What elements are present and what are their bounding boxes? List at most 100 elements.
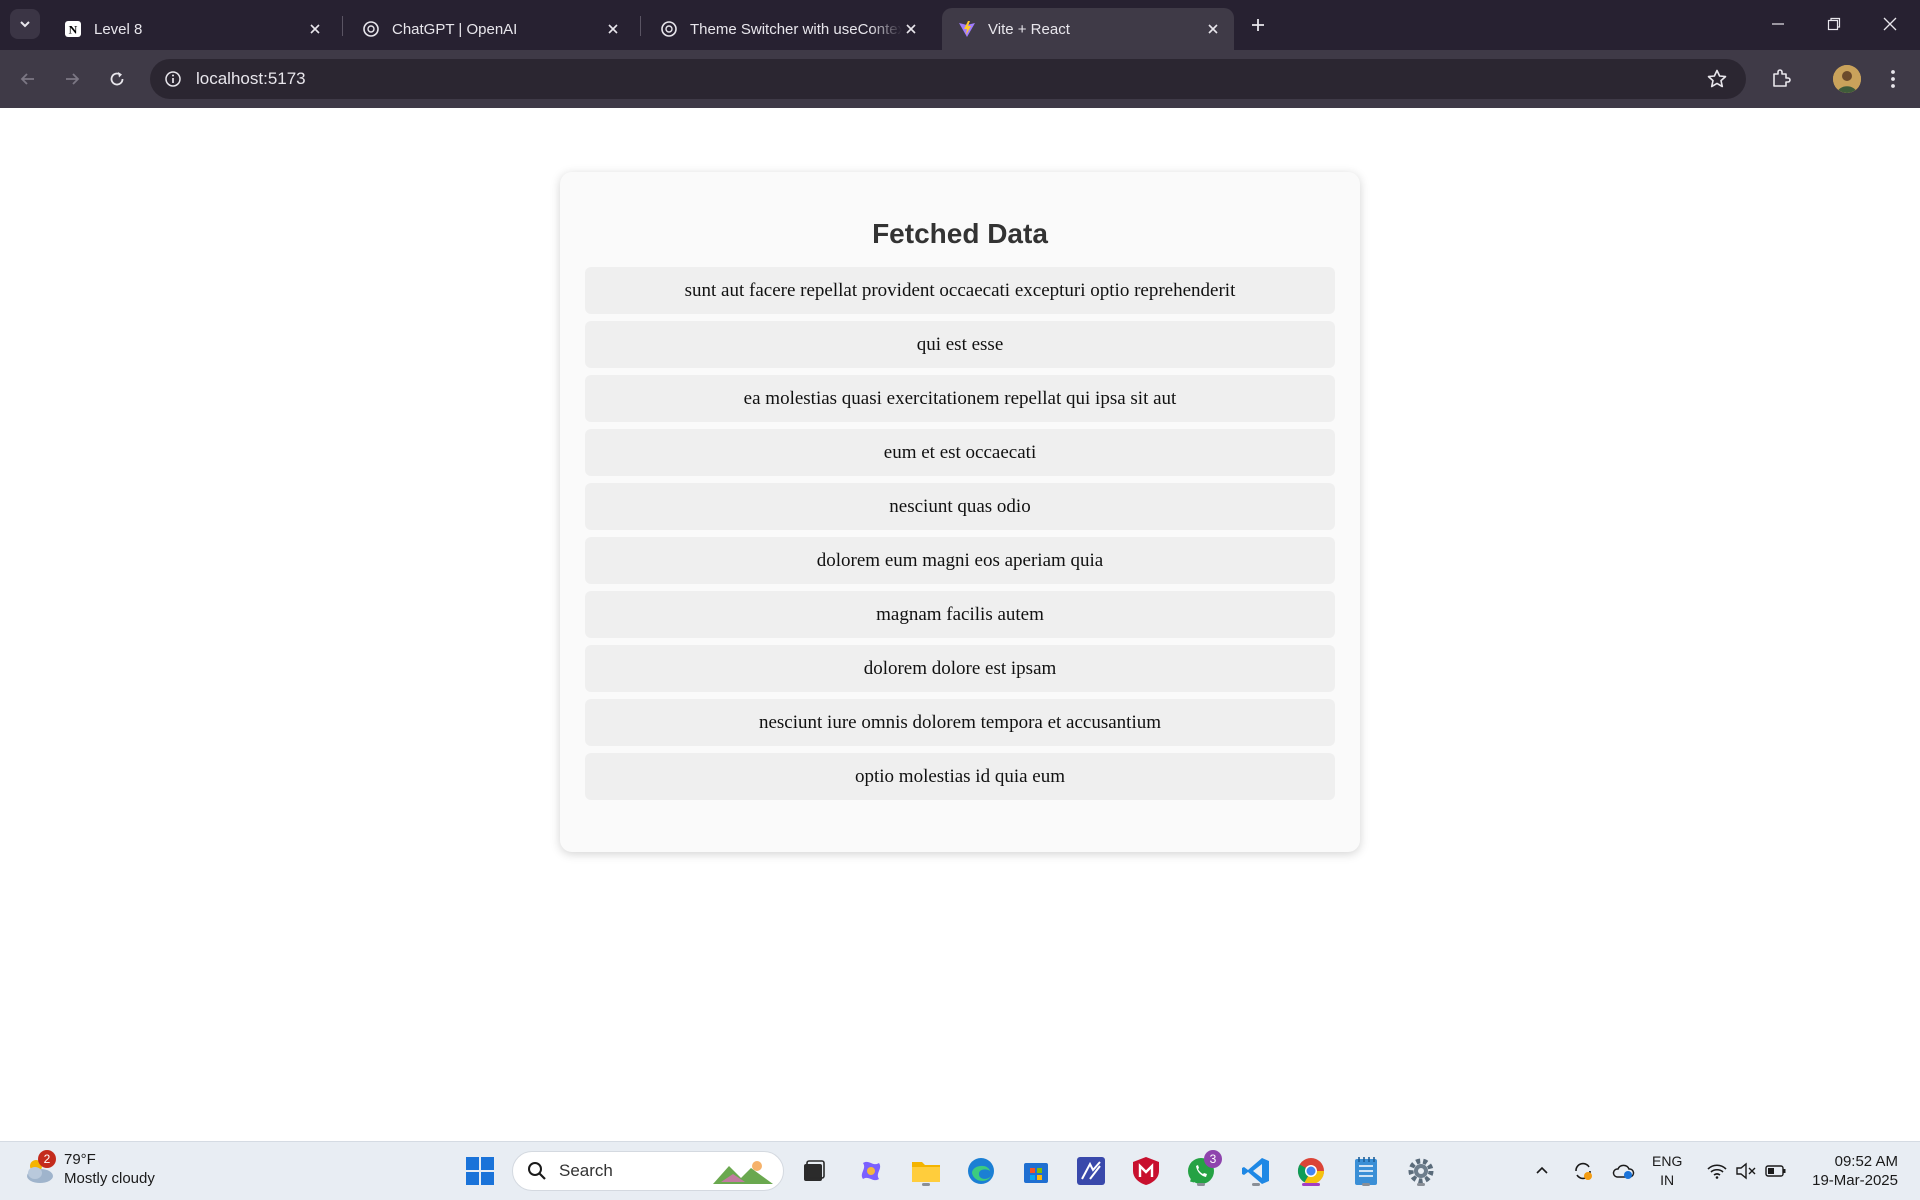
list-item: dolorem dolore est ipsam <box>585 645 1335 692</box>
tab-theme-switcher[interactable]: Theme Switcher with useContext <box>644 8 932 50</box>
app-button[interactable] <box>1074 1154 1108 1188</box>
forward-button[interactable] <box>56 63 88 95</box>
chrome-icon <box>1297 1158 1325 1185</box>
show-hidden-icons-button[interactable] <box>1530 1156 1554 1186</box>
copilot-icon <box>861 1161 881 1181</box>
url-text: localhost:5173 <box>196 69 306 88</box>
new-tab-button[interactable] <box>1244 11 1272 39</box>
search-label: Search <box>559 1161 613 1180</box>
more-vertical-icon <box>1891 70 1895 88</box>
puzzle-icon <box>1773 69 1791 87</box>
gear-icon <box>1408 1158 1434 1184</box>
region-code: IN <box>1660 1172 1675 1188</box>
network-tray-button[interactable] <box>1704 1156 1730 1186</box>
battery-tray-button[interactable] <box>1763 1156 1789 1186</box>
tab-separator <box>640 16 641 36</box>
fetched-data-card: Fetched Data sunt aut facere repellat pr… <box>560 172 1360 852</box>
vite-icon <box>958 20 976 38</box>
list-item: ea molestias quasi exercitationem repell… <box>585 375 1335 422</box>
cloud-sun-icon: 2 <box>22 1150 58 1186</box>
reload-icon <box>110 72 124 86</box>
reload-button[interactable] <box>101 63 133 95</box>
settings-button[interactable] <box>1404 1154 1438 1188</box>
arrow-right-icon <box>66 73 80 85</box>
battery-icon <box>1765 1165 1786 1177</box>
copilot-button[interactable] <box>854 1154 888 1188</box>
restore-button[interactable] <box>1806 0 1862 48</box>
chevron-up-icon <box>1536 1166 1548 1174</box>
clock-time: 09:52 AM <box>1834 1153 1898 1170</box>
close-icon[interactable] <box>306 20 324 38</box>
onedrive-tray-button[interactable] <box>1610 1156 1636 1186</box>
close-icon[interactable] <box>902 20 920 38</box>
close-window-button[interactable] <box>1862 0 1918 48</box>
search-icon <box>528 1162 546 1180</box>
vscode-button[interactable] <box>1239 1154 1273 1188</box>
running-indicator <box>1197 1183 1205 1186</box>
windows-taskbar: 2 79°F Mostly cloudy Search 3 ENG IN 09:… <box>0 1141 1920 1200</box>
minimize-button[interactable] <box>1750 0 1806 48</box>
arrow-left-icon <box>20 73 34 85</box>
notepad-icon <box>1355 1157 1377 1185</box>
mcafee-button[interactable] <box>1129 1154 1163 1188</box>
shield-icon <box>1133 1157 1159 1185</box>
volume-tray-button[interactable] <box>1733 1156 1759 1186</box>
sync-icon <box>1575 1162 1592 1180</box>
store-icon <box>1024 1163 1048 1183</box>
weather-condition: Mostly cloudy <box>64 1170 155 1187</box>
openai-icon <box>660 20 678 38</box>
tab-title: Vite + React <box>988 20 1070 38</box>
unread-badge: 3 <box>1204 1150 1222 1168</box>
edge-button[interactable] <box>964 1154 998 1188</box>
cloud-icon <box>1612 1164 1635 1179</box>
profile-avatar[interactable] <box>1833 65 1861 93</box>
svg-text:N: N <box>69 23 78 37</box>
store-button[interactable] <box>1019 1154 1053 1188</box>
list-item: eum et est occaecati <box>585 429 1335 476</box>
back-button[interactable] <box>12 63 44 95</box>
wifi-icon <box>1707 1164 1727 1179</box>
start-button[interactable] <box>463 1154 497 1188</box>
list-item: dolorem eum magni eos aperiam quia <box>585 537 1335 584</box>
chevron-down-icon <box>20 21 30 28</box>
weather-widget[interactable]: 2 79°F Mostly cloudy <box>22 1150 155 1188</box>
vscode-icon <box>1242 1158 1269 1184</box>
language-code: ENG <box>1652 1153 1683 1169</box>
tab-search-button[interactable] <box>10 9 40 39</box>
browser-menu-button[interactable] <box>1880 63 1906 95</box>
running-indicator <box>1417 1183 1425 1186</box>
sync-tray-button[interactable] <box>1570 1156 1596 1186</box>
tab-chatgpt[interactable]: ChatGPT | OpenAI <box>346 8 634 50</box>
tab-level-8[interactable]: N Level 8 <box>48 8 336 50</box>
browser-toolbar: localhost:5173 <box>0 50 1920 108</box>
data-list: sunt aut facere repellat provident occae… <box>560 267 1360 800</box>
extensions-button[interactable] <box>1766 63 1796 93</box>
speaker-muted-icon <box>1736 1162 1756 1180</box>
list-item: sunt aut facere repellat provident occae… <box>585 267 1335 314</box>
tab-separator <box>342 16 343 36</box>
site-info-icon[interactable] <box>160 66 186 92</box>
folder-icon <box>912 1162 940 1182</box>
file-explorer-button[interactable] <box>909 1154 943 1188</box>
plus-icon <box>1252 19 1264 31</box>
taskbar-search[interactable]: Search <box>512 1151 784 1191</box>
language-indicator[interactable]: ENG IN <box>1652 1152 1682 1190</box>
restore-icon <box>1827 17 1841 31</box>
running-indicator <box>1302 1183 1320 1186</box>
close-icon[interactable] <box>1204 20 1222 38</box>
whatsapp-button[interactable]: 3 <box>1184 1150 1222 1188</box>
system-clock[interactable]: 09:52 AM 19-Mar-2025 <box>1812 1152 1898 1190</box>
clock-date: 19-Mar-2025 <box>1812 1172 1898 1189</box>
tab-vite-react[interactable]: Vite + React <box>942 8 1234 50</box>
tab-title: ChatGPT | OpenAI <box>392 20 518 38</box>
notepad-button[interactable] <box>1349 1154 1383 1188</box>
notification-badge: 2 <box>38 1150 56 1168</box>
bookmark-star-icon[interactable] <box>1706 68 1728 90</box>
close-icon[interactable] <box>604 20 622 38</box>
running-indicator <box>1362 1183 1370 1186</box>
address-bar[interactable]: localhost:5173 <box>150 59 1746 99</box>
list-item: nesciunt quas odio <box>585 483 1335 530</box>
tab-title: Level 8 <box>94 20 143 38</box>
chrome-button[interactable] <box>1294 1154 1328 1188</box>
task-view-button[interactable] <box>797 1154 831 1188</box>
